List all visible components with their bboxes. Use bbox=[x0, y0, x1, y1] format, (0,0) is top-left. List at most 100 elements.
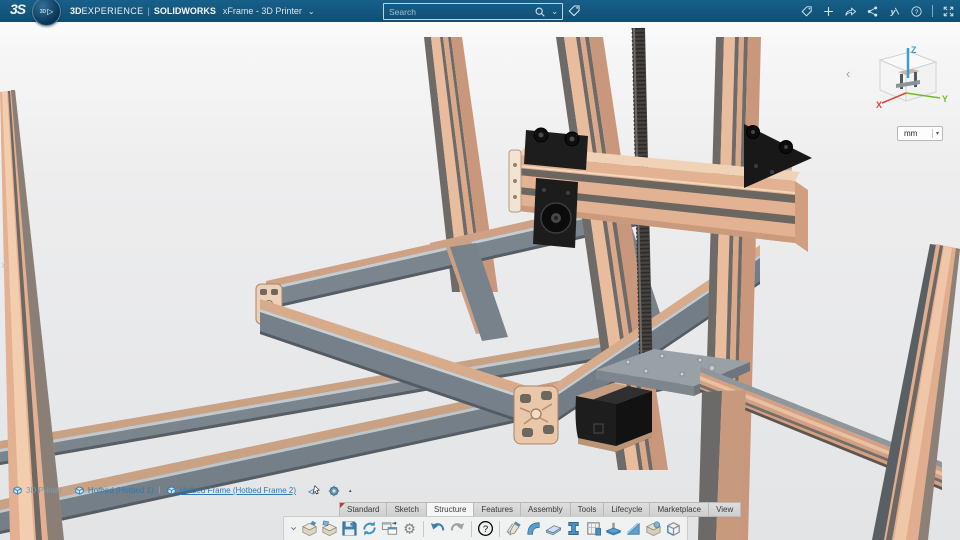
frame-grid-icon[interactable] bbox=[584, 519, 603, 538]
3ds-logo[interactable]: 3S bbox=[10, 1, 25, 17]
search-input[interactable] bbox=[384, 7, 534, 17]
tab-sketch[interactable]: Sketch bbox=[386, 502, 425, 517]
help-icon[interactable]: ? bbox=[910, 5, 923, 18]
brand-3d: 3D bbox=[70, 6, 82, 16]
tab-label: Marketplace bbox=[657, 505, 701, 514]
breadcrumb: 3D Printer | Hotbed (Hotbed 1) | Hotbed Fram… bbox=[12, 483, 352, 498]
tab-standard[interactable]: Standard bbox=[339, 502, 386, 517]
product-name: SOLIDWORKS bbox=[154, 6, 216, 16]
hotbed-corner-endcap bbox=[514, 386, 558, 444]
title-divider: | bbox=[148, 6, 150, 16]
viewcube-collapse-chevron[interactable]: ‹ bbox=[846, 66, 850, 81]
tab-structure[interactable]: Structure bbox=[426, 502, 473, 517]
svg-text:?: ? bbox=[483, 524, 488, 535]
svg-text:?: ? bbox=[915, 9, 919, 16]
3d-viewport[interactable]: ‹ X Y Z mm bbox=[0, 0, 960, 540]
tab-label: Features bbox=[481, 505, 513, 514]
breadcrumb-more-arrow[interactable]: ▴ bbox=[349, 488, 352, 494]
unit-selector[interactable]: mm ▾ bbox=[897, 126, 943, 141]
tag-icon[interactable] bbox=[800, 5, 813, 18]
tab-marketplace[interactable]: Marketplace bbox=[649, 502, 708, 517]
base-plate-icon[interactable] bbox=[604, 519, 623, 538]
tab-tools[interactable]: Tools bbox=[570, 502, 604, 517]
switch-window-icon[interactable] bbox=[380, 519, 399, 538]
toolbar-separator bbox=[471, 521, 472, 537]
tab-assembly[interactable]: Assembly bbox=[520, 502, 570, 517]
open-component-icon[interactable] bbox=[300, 519, 319, 538]
redo-icon[interactable] bbox=[448, 519, 467, 538]
insert-component-icon[interactable] bbox=[320, 519, 339, 538]
app-window: ‹ X Y Z mm bbox=[0, 0, 960, 540]
tab-label: Tools bbox=[578, 505, 597, 514]
axis-y-label[interactable]: Y bbox=[942, 94, 948, 104]
toolbar-separator bbox=[423, 521, 424, 537]
settings-gear-icon[interactable]: ⚙ bbox=[400, 519, 419, 538]
end-cap-icon[interactable] bbox=[644, 519, 663, 538]
breadcrumb-item-3d-printer[interactable]: 3D Printer bbox=[12, 485, 62, 496]
breadcrumb-separator: | bbox=[159, 487, 161, 494]
tag-icon[interactable] bbox=[567, 4, 581, 18]
breadcrumb-label[interactable]: Hotbed Frame (Hotbed Frame 2) bbox=[180, 486, 297, 495]
swym-icon[interactable]: y bbox=[888, 5, 901, 18]
collapse-chevron-icon[interactable] bbox=[288, 523, 299, 534]
chevron-down-icon[interactable]: ⌄ bbox=[308, 7, 315, 16]
breadcrumb-label[interactable]: 3D Printer bbox=[26, 486, 62, 495]
tab-lifecycle[interactable]: Lifecycle bbox=[603, 502, 649, 517]
undo-icon[interactable] bbox=[428, 519, 447, 538]
stepper-motor[interactable] bbox=[576, 383, 653, 452]
play-icon: ▷ bbox=[47, 7, 53, 16]
search-icon[interactable] bbox=[534, 6, 546, 18]
frame-column-right-lower bbox=[698, 390, 746, 540]
axis-x-label[interactable]: X bbox=[876, 100, 882, 110]
breadcrumb-tools: ▴ bbox=[307, 484, 352, 498]
select-tool-icon[interactable] bbox=[307, 484, 321, 498]
help-icon[interactable]: ? bbox=[476, 519, 495, 538]
unsaved-flag bbox=[340, 503, 345, 508]
search-scope-chevron[interactable]: ⌄ bbox=[551, 7, 558, 16]
structural-member-icon[interactable] bbox=[564, 519, 583, 538]
fullscreen-icon[interactable] bbox=[942, 5, 955, 18]
header-actions: y? bbox=[800, 0, 955, 22]
unit-value: mm bbox=[898, 129, 932, 138]
search-box[interactable]: ⌄ bbox=[383, 3, 563, 20]
panel-expander-chevron[interactable]: » bbox=[1, 258, 8, 272]
breadcrumb-item-hotbed-hotbed-1[interactable]: Hotbed (Hotbed 1) bbox=[74, 485, 154, 496]
tab-view[interactable]: View bbox=[708, 502, 741, 517]
assembly-cube-icon[interactable] bbox=[12, 485, 23, 496]
wheel-bracket-lower-left[interactable] bbox=[533, 178, 578, 248]
structure-system-icon[interactable] bbox=[504, 519, 523, 538]
tab-label: Sketch bbox=[394, 505, 418, 514]
top-bar: 3S 3DEXPERIENCE | SOLIDWORKS xFrame - 3D… bbox=[0, 0, 960, 22]
add-icon[interactable] bbox=[822, 5, 835, 18]
ribbon-toolbar: ⚙? bbox=[283, 516, 688, 540]
assembly-cube-icon[interactable] bbox=[166, 485, 177, 496]
axis-z-label[interactable]: Z bbox=[911, 45, 917, 55]
tab-label: Assembly bbox=[528, 505, 563, 514]
panel-icon[interactable] bbox=[544, 519, 563, 538]
component-tool-icon[interactable] bbox=[327, 484, 341, 498]
document-title[interactable]: xFrame - 3D Printer bbox=[223, 6, 302, 16]
3d-scene[interactable] bbox=[0, 0, 960, 540]
weldment-frame-icon[interactable] bbox=[664, 519, 683, 538]
toolbar-separator bbox=[499, 521, 500, 537]
breadcrumb-item-hotbed-frame-hotbed-frame-2[interactable]: Hotbed Frame (Hotbed Frame 2) bbox=[166, 485, 297, 496]
tab-label: View bbox=[716, 505, 733, 514]
breadcrumb-separator: | bbox=[67, 487, 69, 494]
ribbon-tab-bar: Standard Sketch Structure Features Assembly T… bbox=[339, 502, 741, 517]
title-bar: 3DEXPERIENCE | SOLIDWORKS xFrame - 3D Pr… bbox=[70, 0, 315, 22]
view-cube[interactable]: X Y Z bbox=[868, 44, 952, 124]
tab-label: Structure bbox=[434, 505, 466, 514]
gusset-icon[interactable] bbox=[624, 519, 643, 538]
share-forward-icon[interactable] bbox=[844, 5, 857, 18]
corner-member-icon[interactable] bbox=[524, 519, 543, 538]
sync-icon[interactable] bbox=[360, 519, 379, 538]
tab-label: Standard bbox=[347, 505, 379, 514]
save-icon[interactable] bbox=[340, 519, 359, 538]
share-nodes-icon[interactable] bbox=[866, 5, 879, 18]
tab-label: Lifecycle bbox=[611, 505, 642, 514]
tab-features[interactable]: Features bbox=[473, 502, 520, 517]
divider bbox=[932, 5, 933, 17]
compass-3d-label: 3D bbox=[40, 9, 46, 15]
breadcrumb-label[interactable]: Hotbed (Hotbed 1) bbox=[88, 486, 154, 495]
assembly-cube-icon[interactable] bbox=[74, 485, 85, 496]
